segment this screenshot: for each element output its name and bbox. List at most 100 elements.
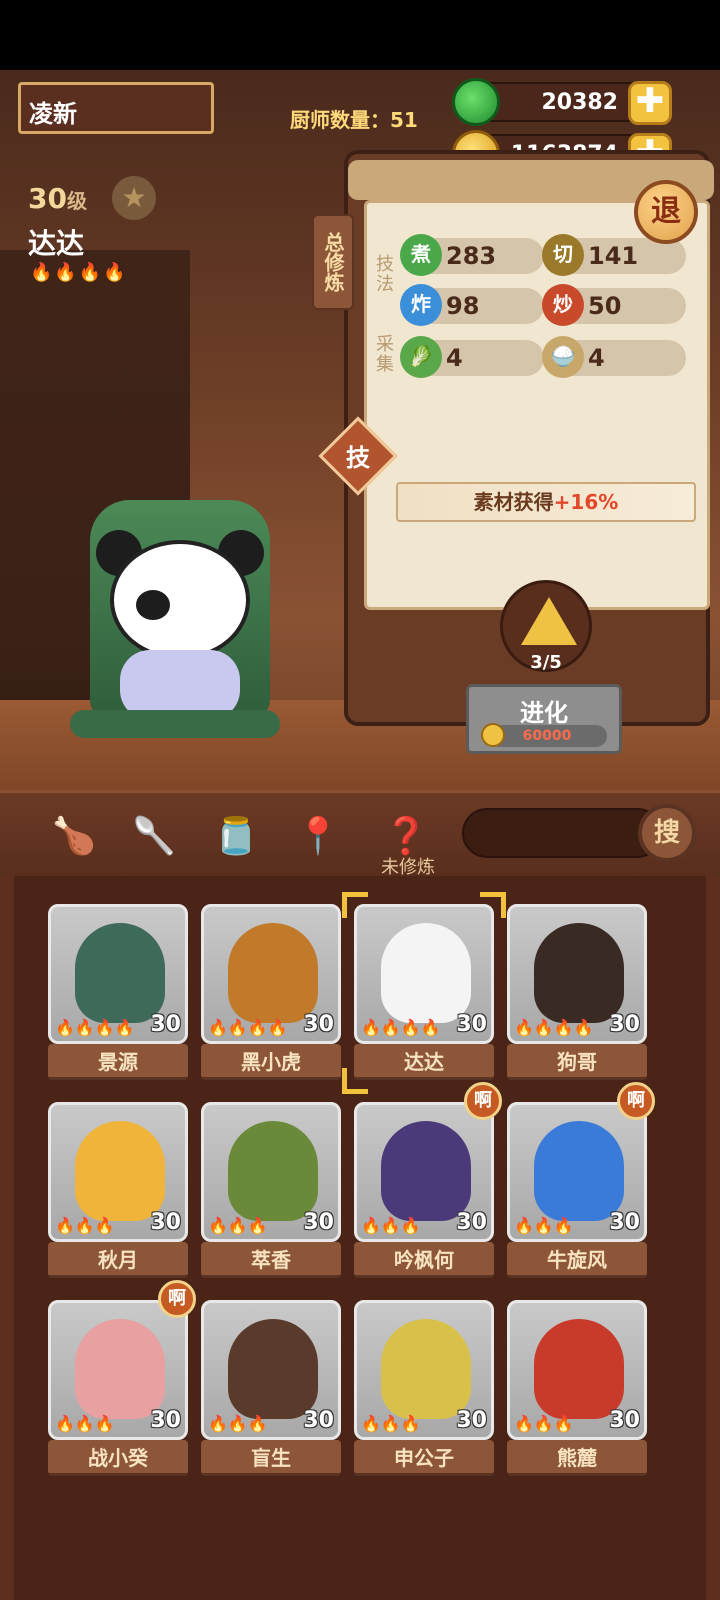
jade-currency: 20382 ✚ xyxy=(452,78,672,126)
evolve-button[interactable]: 进化 60000 xyxy=(466,684,622,754)
chef-card[interactable]: 🔥🔥🔥🔥 30 狗哥 xyxy=(507,904,647,1082)
stat-vegetable-value: 4 xyxy=(446,344,463,372)
bonus-pct: +16% xyxy=(553,490,619,514)
player-name-box[interactable]: 凌新 xyxy=(18,82,214,134)
chef-avatar xyxy=(75,923,165,1023)
exit-button[interactable]: 退 xyxy=(634,180,698,244)
chef-card[interactable]: 🔥🔥🔥🔥 30 景源 xyxy=(48,904,188,1082)
cut-icon: 切 xyxy=(542,234,584,276)
chef-card[interactable]: 🔥🔥🔥🔥 30 黑小虎 xyxy=(201,904,341,1082)
gather-label: 采集 xyxy=(373,334,394,374)
shovel-filter-icon[interactable]: 🥄 xyxy=(126,809,182,865)
chef-card-name: 牛旋风 xyxy=(507,1242,647,1278)
stat-stirfry: 炒 50 xyxy=(542,284,686,326)
chef-card-level: 30 xyxy=(456,1210,487,1235)
bonus-text: 素材获得 xyxy=(473,490,554,514)
skills-label: 技法 xyxy=(373,254,394,294)
flame-rank-icon: 🔥🔥🔥 xyxy=(208,1216,268,1235)
chef-card-level: 30 xyxy=(609,1210,640,1235)
evolve-cost: 60000 xyxy=(481,723,607,747)
chef-card[interactable]: 🔥🔥🔥 30 申公子 xyxy=(354,1300,494,1478)
chef-portrait: 🔥🔥🔥 30 xyxy=(354,1102,494,1242)
evolve-cost-value: 60000 xyxy=(522,728,572,744)
chef-portrait: 🔥🔥🔥🔥 30 xyxy=(48,904,188,1044)
selection-corner xyxy=(342,1068,368,1094)
coin-icon xyxy=(481,723,505,747)
evolve-progress: 3/5 xyxy=(530,652,562,673)
chef-level-unit: 级 xyxy=(66,189,87,213)
stat-fry: 炸 98 xyxy=(400,284,544,326)
chef-card-name: 战小癸 xyxy=(48,1440,188,1476)
chef-portrait: 🔥🔥🔥 30 xyxy=(354,1300,494,1440)
search-icon[interactable]: 搜 xyxy=(638,804,696,862)
chef-grid: 🔥🔥🔥🔥 30 景源 🔥🔥🔥🔥 30 黑小虎 🔥🔥🔥🔥 30 达达 🔥🔥🔥🔥 30 狗哥 🔥🔥🔥 30 秋月… xyxy=(0,876,720,1600)
flame-rank-icon: 🔥🔥🔥 xyxy=(55,1414,115,1433)
chef-card-level: 30 xyxy=(303,1408,334,1433)
chef-card-name: 达达 xyxy=(354,1044,494,1080)
boil-icon: 煮 xyxy=(400,234,442,276)
chef-count-label: 厨师数量： xyxy=(290,108,390,132)
material-bonus-banner: 素材获得+16% xyxy=(396,482,696,522)
flame-rank-icon: 🔥🔥🔥 xyxy=(208,1414,268,1433)
chef-card-name: 熊麓 xyxy=(507,1440,647,1476)
chef-card[interactable]: 🔥🔥🔥 30 战小癸 啊 xyxy=(48,1280,196,1478)
chef-count-value: 51 xyxy=(390,108,418,132)
chef-avatar xyxy=(228,923,318,1023)
chef-portrait: 🔥🔥🔥🔥 30 xyxy=(354,904,494,1044)
search-input[interactable] xyxy=(462,808,662,858)
chef-name: 达达 xyxy=(28,227,85,260)
jar-filter-icon[interactable]: 🫙 xyxy=(208,809,264,865)
stat-stirfry-value: 50 xyxy=(588,292,622,320)
meat-filter-icon[interactable]: 🍗 xyxy=(46,809,102,865)
chef-portrait: 🔥🔥🔥🔥 30 xyxy=(507,904,647,1044)
chef-card[interactable]: 🔥🔥🔥 30 熊麓 xyxy=(507,1300,647,1478)
chef-portrait: 🔥🔥🔥🔥 30 xyxy=(201,904,341,1044)
chef-card-name: 黑小虎 xyxy=(201,1044,341,1080)
stat-grain: 🍚 4 xyxy=(542,336,686,378)
chef-portrait: 🔥🔥🔥 30 xyxy=(201,1102,341,1242)
total-training-tab[interactable]: 总修炼 xyxy=(312,214,354,310)
selection-corner xyxy=(342,892,368,918)
chef-card[interactable]: 🔥🔥🔥 30 秋月 xyxy=(48,1102,188,1280)
chef-avatar xyxy=(381,1319,471,1419)
flame-rank-icon: 🔥🔥🔥 xyxy=(514,1414,574,1433)
flame-rank-icon: 🔥🔥🔥 xyxy=(361,1414,421,1433)
chef-card-tag: 啊 xyxy=(464,1082,502,1120)
chef-card-level: 30 xyxy=(150,1210,181,1235)
chef-card[interactable]: 🔥🔥🔥 30 吟枫何 啊 xyxy=(354,1082,502,1280)
chef-card[interactable]: 🔥🔥🔥 30 牛旋风 啊 xyxy=(507,1082,655,1280)
chef-card-name: 狗哥 xyxy=(507,1044,647,1080)
add-jade-button[interactable]: ✚ xyxy=(628,81,672,125)
chef-card[interactable]: 🔥🔥🔥 30 萃香 xyxy=(201,1102,341,1280)
location-filter-icon[interactable]: 📍 xyxy=(290,809,346,865)
flame-rank-icon: 🔥🔥🔥🔥 xyxy=(30,262,128,283)
stat-fry-value: 98 xyxy=(446,292,480,320)
jade-icon xyxy=(452,78,500,126)
flame-rank-icon: 🔥🔥🔥🔥 xyxy=(361,1018,441,1037)
chef-level-value: 30 xyxy=(28,182,67,215)
chef-card[interactable]: 🔥🔥🔥 30 盲生 xyxy=(201,1300,341,1478)
chef-character[interactable] xyxy=(40,470,310,750)
stat-boil-value: 283 xyxy=(446,242,497,270)
chef-card-level: 30 xyxy=(456,1012,487,1037)
chef-card-name: 萃香 xyxy=(201,1242,341,1278)
skill-button-label[interactable]: 技 xyxy=(330,438,386,473)
selection-corner xyxy=(480,892,506,918)
chef-level: 30级 xyxy=(28,182,87,215)
stat-cut-value: 141 xyxy=(588,242,639,270)
chef-card-name: 盲生 xyxy=(201,1440,341,1476)
chef-card-tag: 啊 xyxy=(617,1082,655,1120)
chef-card-name: 吟枫何 xyxy=(354,1242,494,1278)
chef-card-level: 30 xyxy=(150,1408,181,1433)
favorite-star-icon[interactable]: ★ xyxy=(112,176,156,220)
chef-avatar xyxy=(381,1121,471,1221)
chef-card-level: 30 xyxy=(609,1408,640,1433)
chef-portrait: 🔥🔥🔥 30 xyxy=(507,1300,647,1440)
flame-rank-icon: 🔥🔥🔥 xyxy=(55,1216,115,1235)
stat-boil: 煮 283 xyxy=(400,234,544,276)
chef-card[interactable]: 🔥🔥🔥🔥 30 达达 xyxy=(342,892,506,1094)
flame-rank-icon: 🔥🔥🔥 xyxy=(514,1216,574,1235)
evolve-triangle xyxy=(521,597,577,645)
chef-card-tag: 啊 xyxy=(158,1280,196,1318)
chef-portrait: 🔥🔥🔥 30 xyxy=(48,1102,188,1242)
